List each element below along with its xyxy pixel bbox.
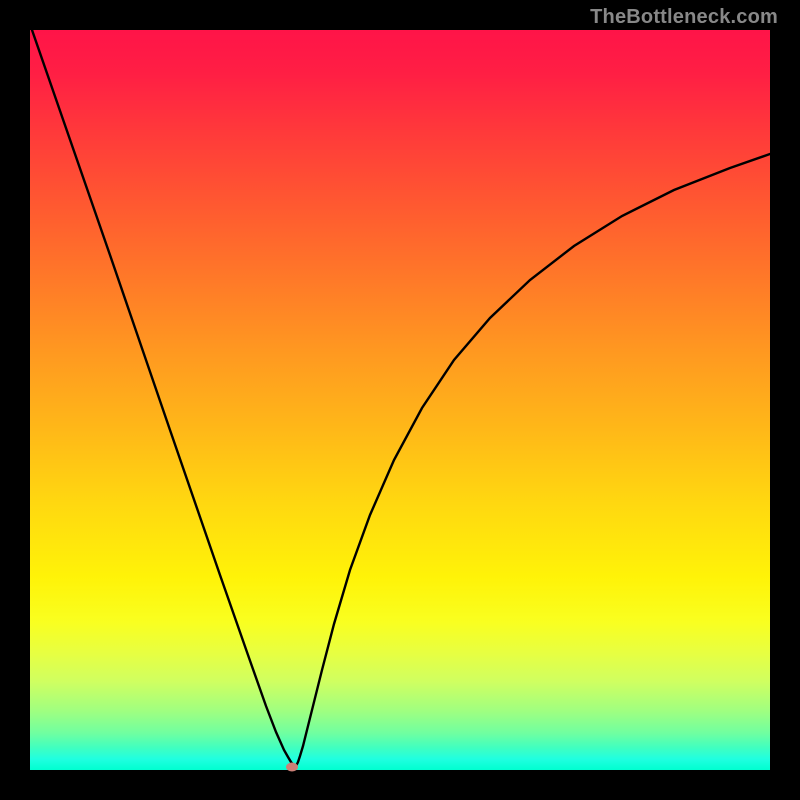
curve-layer [30,30,770,770]
minimum-marker-icon [286,763,298,772]
chart-frame: TheBottleneck.com [0,0,800,800]
watermark-label: TheBottleneck.com [590,6,778,29]
bottleneck-curve [32,30,770,766]
plot-area [30,30,770,770]
